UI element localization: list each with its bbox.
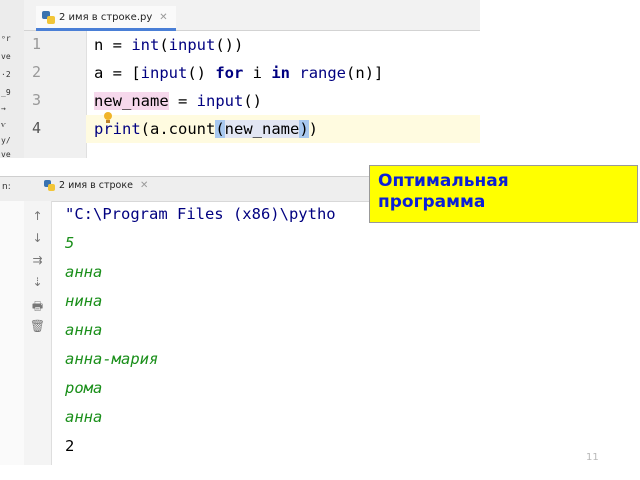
line-number: 2 xyxy=(32,63,42,81)
token-for: for xyxy=(215,64,244,82)
lightbulb-icon[interactable] xyxy=(103,112,113,126)
console-line: рома xyxy=(65,379,103,397)
python-file-icon xyxy=(42,10,55,24)
editor-tab-bar: 2 имя в строке.py ✕ xyxy=(24,0,480,31)
close-icon[interactable]: ✕ xyxy=(159,12,167,23)
code-line-2[interactable]: a = [input() for i in range(n)] xyxy=(86,59,480,87)
line-number-gutter: 1 2 3 4 xyxy=(24,31,87,158)
matched-paren: ) xyxy=(299,120,309,138)
scroll-to-end-icon[interactable]: ⇣ xyxy=(24,275,51,289)
run-toolbar: ↑ ↓ ⇉ ⇣ 🖶 🗑 xyxy=(24,201,52,465)
token-int: int xyxy=(131,36,160,54)
console-line: анна xyxy=(65,408,103,426)
console-line: анна xyxy=(65,321,103,339)
console-line: 5 xyxy=(65,234,75,252)
soft-wrap-icon[interactable]: ⇉ xyxy=(24,253,51,267)
console-line: 2 xyxy=(65,437,75,455)
callout-line-2: программа xyxy=(378,192,486,212)
token-range: range xyxy=(299,64,347,82)
editor-tab[interactable]: 2 имя в строке.py ✕ xyxy=(36,6,176,31)
run-tab[interactable]: 2 имя в строке ✕ xyxy=(44,180,148,191)
run-tab-label: 2 имя в строке xyxy=(59,180,133,191)
project-panel-strip: ᵒr ve ·2 ̲9 → ѵ y/ ve xyxy=(0,0,25,158)
strip-fragment: ve xyxy=(1,150,11,158)
strip-fragment: ve xyxy=(1,52,11,61)
strip-fragment: ·2 xyxy=(1,70,11,79)
print-icon[interactable]: 🖶 xyxy=(24,297,51,318)
run-left-strip xyxy=(0,201,24,465)
callout-line-1: Оптимальная xyxy=(378,171,509,191)
console-line: анна xyxy=(65,263,103,281)
code-area[interactable]: n = int(input()) a = [input() for i in r… xyxy=(86,31,480,158)
strip-fragment: → xyxy=(1,104,6,113)
console-line: нина xyxy=(65,292,103,310)
code-line-1[interactable]: n = int(input()) xyxy=(86,31,480,59)
token-input: input xyxy=(168,36,216,54)
console-line: анна-мария xyxy=(65,350,159,368)
line-number: 1 xyxy=(32,35,42,53)
callout-box: Оптимальная программа xyxy=(369,165,638,223)
line-number: 4 xyxy=(32,119,42,137)
console-output[interactable]: "C:\Program Files (x86)\pytho 5 анна нин… xyxy=(51,201,480,465)
token-input: input xyxy=(140,64,188,82)
python-file-icon xyxy=(44,180,55,191)
run-panel-label: n: xyxy=(2,182,11,192)
token-new-name: new_name xyxy=(224,120,300,138)
line-number: 3 xyxy=(32,91,42,109)
code-editor: ᵒr ve ·2 ̲9 → ѵ y/ ve 2 имя в строке.py … xyxy=(0,0,480,158)
trash-icon[interactable]: 🗑 xyxy=(24,319,51,333)
strip-fragment: ᵒr xyxy=(1,34,11,43)
token-new-name: new_name xyxy=(94,92,169,110)
slide-page-number: 11 xyxy=(586,452,599,463)
matched-paren: ( xyxy=(215,120,225,138)
strip-fragment: y/ xyxy=(1,136,11,145)
close-icon[interactable]: ✕ xyxy=(140,180,148,191)
token-input: input xyxy=(196,92,244,110)
scroll-down-icon[interactable]: ↓ xyxy=(24,231,51,245)
scroll-up-icon[interactable]: ↑ xyxy=(24,209,51,223)
strip-fragment: ѵ xyxy=(1,120,6,129)
console-line: "C:\Program Files (x86)\pytho xyxy=(65,205,336,223)
editor-tab-label: 2 имя в строке.py xyxy=(59,11,153,23)
code-line-4[interactable]: print(a.count(new_name)) xyxy=(86,115,480,143)
token-in: in xyxy=(271,64,291,82)
strip-fragment: ̲9 xyxy=(1,88,11,97)
token-print: print xyxy=(94,120,141,138)
code-line-3[interactable]: new_name = input() xyxy=(86,87,480,115)
